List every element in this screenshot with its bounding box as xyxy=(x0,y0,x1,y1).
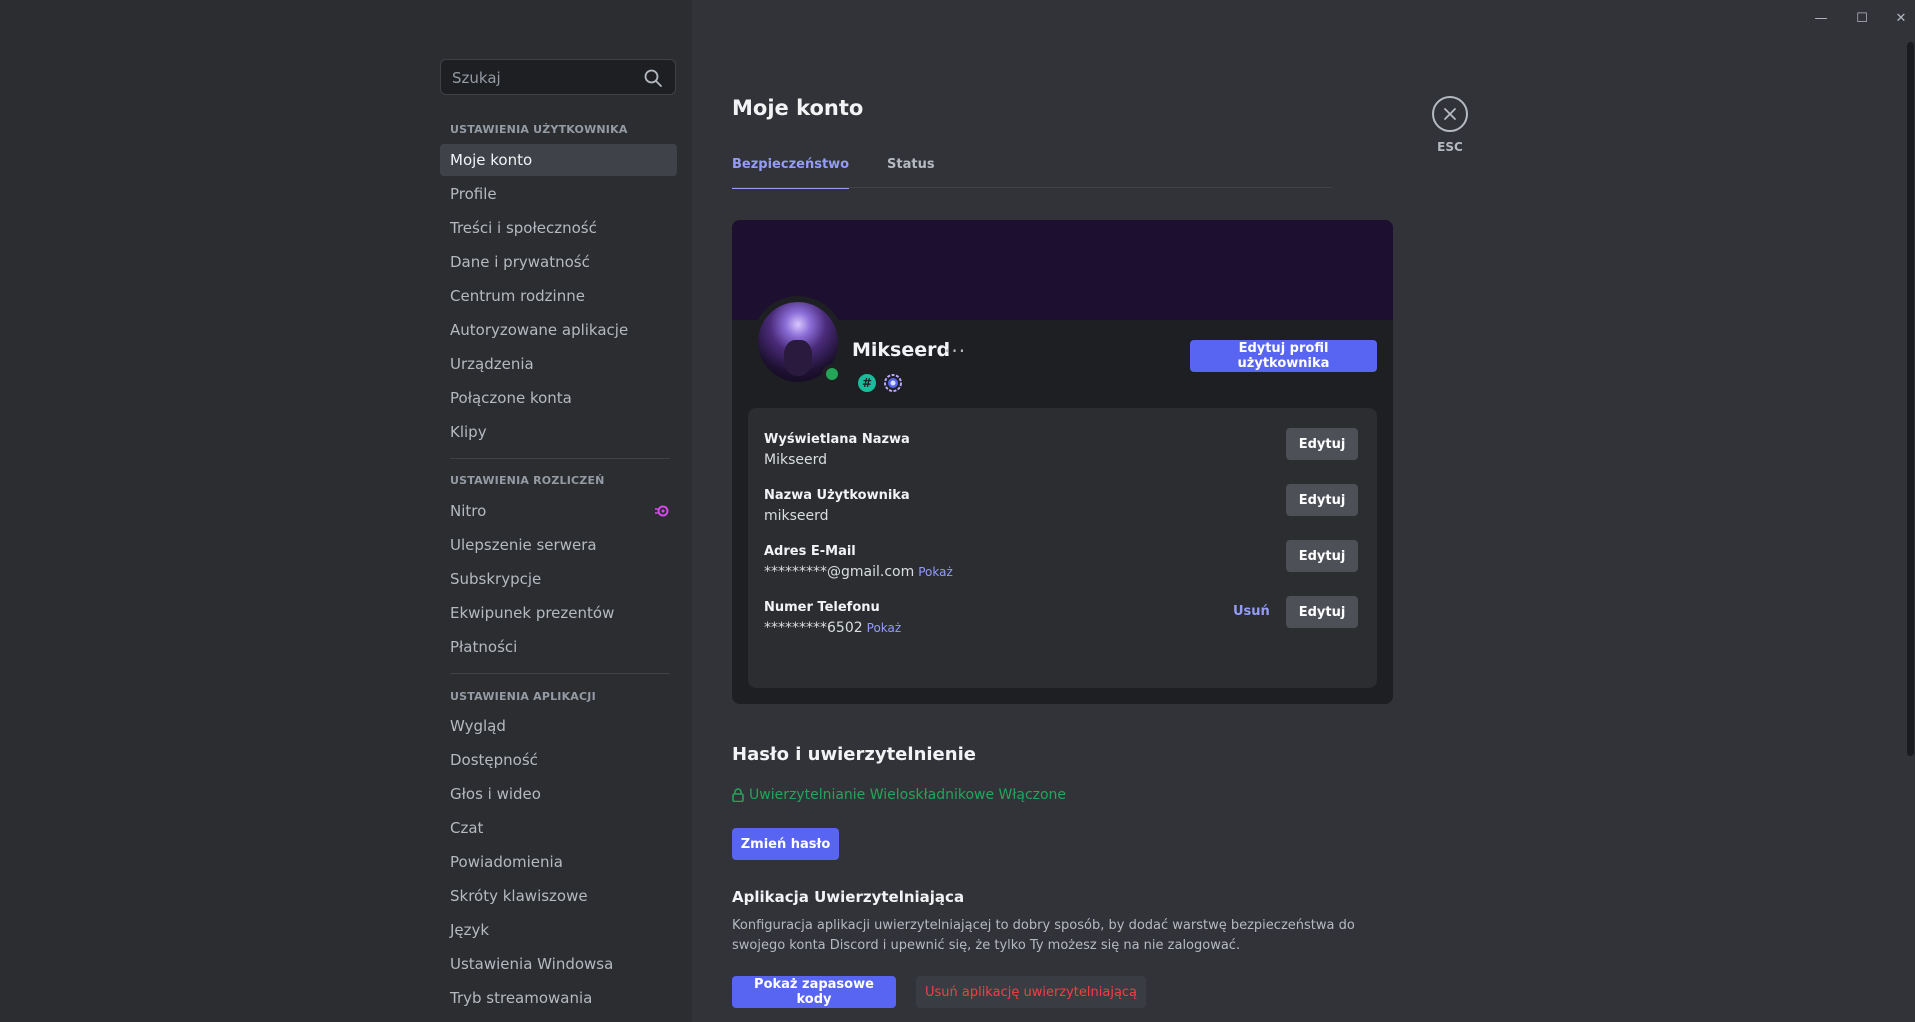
phone-label: Numer Telefonu xyxy=(764,600,880,615)
lock-icon xyxy=(732,788,744,802)
mfa-status-text: Uwierzytelnianie Wieloskładnikowe Włączo… xyxy=(749,787,1067,803)
sidebar-item-subscriptions[interactable]: Subskrypcje xyxy=(440,563,677,595)
billing-settings-header: USTAWIENIA ROZLICZEŃ xyxy=(450,474,605,487)
auth-app-description: Konfiguracja aplikacji uwierzytelniające… xyxy=(732,918,1355,953)
edit-email-button[interactable]: Edytuj xyxy=(1286,540,1358,572)
sidebar-item-billing[interactable]: Płatności xyxy=(440,631,677,663)
sidebar-item-accessibility[interactable]: Dostępność xyxy=(440,744,677,776)
hashtag-badge-icon[interactable]: # xyxy=(858,374,876,392)
search-box xyxy=(440,59,676,96)
sidebar-item-appearance[interactable]: Wygląd xyxy=(440,710,677,742)
show-email-link[interactable]: Pokaż xyxy=(918,565,953,579)
tab-security[interactable]: Bezpieczeństwo xyxy=(732,157,850,189)
username: Mikseerd xyxy=(852,339,951,361)
minimize-icon: — xyxy=(1814,10,1828,26)
sidebar-item-profiles[interactable]: Profile xyxy=(440,178,677,210)
minimize-button[interactable]: — xyxy=(1804,6,1838,30)
view-backup-codes-button[interactable]: Pokaż zapasowe kody xyxy=(732,976,896,1008)
nitro-icon xyxy=(655,505,669,517)
sidebar-item-my-account[interactable]: Moje konto xyxy=(440,144,677,176)
close-settings-button[interactable] xyxy=(1432,96,1468,132)
app-settings-header: USTAWIENIA APLIKACJI xyxy=(450,690,596,703)
sidebar-item-language[interactable]: Język xyxy=(440,914,677,946)
phone-value-row: *********6502 Pokaż xyxy=(764,620,901,636)
sidebar-item-data-privacy[interactable]: Dane i prywatność xyxy=(440,246,677,278)
sidebar-item-keybinds[interactable]: Skróty klawiszowe xyxy=(440,880,677,912)
page-title: Moje konto xyxy=(732,96,864,120)
more-icon[interactable]: ··· xyxy=(944,339,966,363)
account-info-panel: Wyświetlana Nazwa Mikseerd Edytuj Nazwa … xyxy=(748,408,1377,688)
remove-auth-app-button[interactable]: Usuń aplikację uwierzytelniającą xyxy=(916,976,1146,1008)
remove-phone-link[interactable]: Usuń xyxy=(1233,604,1270,619)
scrollbar[interactable] xyxy=(1907,42,1914,756)
sidebar-item-clips[interactable]: Klipy xyxy=(440,416,677,448)
edit-display-name-button[interactable]: Edytuj xyxy=(1286,428,1358,460)
mfa-status: Uwierzytelnianie Wieloskładnikowe Włączo… xyxy=(732,787,1066,803)
show-phone-link[interactable]: Pokaż xyxy=(867,621,902,635)
edit-username-button[interactable]: Edytuj xyxy=(1286,484,1358,516)
sidebar-item-streamer-mode[interactable]: Tryb streamowania xyxy=(440,982,677,1014)
avatar-ring xyxy=(752,296,844,388)
username-label: Nazwa Użytkownika xyxy=(764,488,910,503)
sidebar-item-notifications[interactable]: Powiadomienia xyxy=(440,846,677,878)
edit-profile-button[interactable]: Edytuj profil użytkownika xyxy=(1190,340,1377,372)
sidebar-item-devices[interactable]: Urządzenia xyxy=(440,348,677,380)
phone-value: *********6502 xyxy=(764,620,863,636)
close-icon: ✕ xyxy=(1895,10,1907,26)
tab-divider xyxy=(732,187,1332,188)
close-window-button[interactable]: ✕ xyxy=(1884,6,1915,30)
sidebar-item-windows-settings[interactable]: Ustawienia Windowsa xyxy=(440,948,677,980)
sidebar-item-family-center[interactable]: Centrum rodzinne xyxy=(440,280,677,312)
close-icon xyxy=(1444,108,1456,120)
email-label: Adres E-Mail xyxy=(764,544,856,559)
display-name-label: Wyświetlana Nazwa xyxy=(764,432,910,447)
sidebar-item-authorized-apps[interactable]: Autoryzowane aplikacje xyxy=(440,314,677,346)
sidebar-item-chat[interactable]: Czat xyxy=(440,812,677,844)
sidebar-item-voice-video[interactable]: Głos i wideo xyxy=(440,778,677,810)
sidebar-item-connections[interactable]: Połączone konta xyxy=(440,382,677,414)
maximize-button[interactable]: ☐ xyxy=(1845,6,1879,30)
email-value: *********@gmail.com xyxy=(764,564,915,580)
sidebar-item-label: Nitro xyxy=(450,502,487,520)
esc-label: ESC xyxy=(1437,140,1463,154)
account-card: Mikseerd ··· # Edytuj profil użytkownika… xyxy=(732,220,1393,704)
nitro-badge-icon[interactable] xyxy=(883,373,903,393)
sidebar-divider xyxy=(450,458,670,459)
sidebar-item-nitro[interactable]: Nitro xyxy=(440,495,677,527)
sidebar-divider xyxy=(450,673,670,674)
display-name-value: Mikseerd xyxy=(764,452,827,468)
profile-banner xyxy=(732,220,1393,320)
sidebar-item-content-social[interactable]: Treści i społeczność xyxy=(440,212,677,244)
status-online-indicator xyxy=(822,364,842,384)
sidebar-item-gift-inventory[interactable]: Ekwipunek prezentów xyxy=(440,597,677,629)
sidebar-item-server-boost[interactable]: Ulepszenie serwera xyxy=(440,529,677,561)
username-value: mikseerd xyxy=(764,508,829,524)
maximize-icon: ☐ xyxy=(1856,10,1868,26)
user-settings-header: USTAWIENIA UŻYTKOWNIKA xyxy=(450,123,628,136)
search-icon[interactable] xyxy=(643,68,663,88)
password-auth-title: Hasło i uwierzytelnienie xyxy=(732,744,976,765)
auth-app-title: Aplikacja Uwierzytelniająca xyxy=(732,888,965,906)
edit-phone-button[interactable]: Edytuj xyxy=(1286,596,1358,628)
change-password-button[interactable]: Zmień hasło xyxy=(732,828,839,860)
avatar-figure xyxy=(784,340,812,376)
search-input[interactable] xyxy=(450,60,634,96)
tab-status[interactable]: Status xyxy=(887,157,935,187)
email-value-row: *********@gmail.com Pokaż xyxy=(764,564,953,580)
